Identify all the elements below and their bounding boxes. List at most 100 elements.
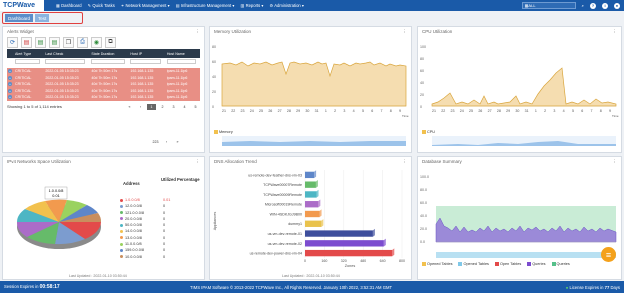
export-pdf-button[interactable]: ▤ <box>21 37 32 48</box>
tooltip-value: 0.01 <box>52 194 59 198</box>
search-icon[interactable]: ⌕ <box>582 3 584 8</box>
nav-administration[interactable]: ⚙ Administration ▾ <box>270 3 305 8</box>
x-tick: 160 <box>321 259 327 263</box>
export-excel-button[interactable]: ▤ <box>35 37 46 48</box>
x-tick: 5 <box>362 109 364 113</box>
help-icon[interactable]: ? <box>590 2 596 9</box>
col-last-check[interactable]: Last Check <box>44 49 91 58</box>
x-tick: 640 <box>380 259 386 263</box>
bar <box>305 220 322 227</box>
filter-alert-type[interactable] <box>15 59 41 64</box>
bar <box>305 240 384 247</box>
y-tick: 100 <box>420 45 426 49</box>
top-right-tools: ▦ ALL ⌕ ? i ● <box>521 0 620 11</box>
restore-button[interactable]: ⧉ <box>105 37 116 48</box>
tooltip-address: 1.0.0.0/8 <box>49 189 64 193</box>
page-last-number[interactable]: 223 <box>151 139 160 145</box>
app-logo[interactable]: TCPWave <box>0 0 44 11</box>
ipv4-address-list: 1.0.0.0/8 0.01 12.0.0.0/8 0 121.0.0.0/8 0 20.0… <box>120 197 170 260</box>
filter-host-name[interactable] <box>166 59 196 64</box>
db-legend[interactable]: Opened Tables Opened Tables Open Tables Que… <box>418 262 603 266</box>
x-axis-label: Zones <box>345 264 356 268</box>
filter-last-check[interactable] <box>45 59 85 64</box>
col-host-name[interactable]: Host Name <box>165 49 200 58</box>
last-page-button[interactable]: » <box>173 139 182 145</box>
page-3[interactable]: 3 <box>169 104 178 110</box>
widget-menu-icon[interactable]: ⋮ <box>613 29 618 34</box>
x-tick: 480 <box>360 259 366 263</box>
x-tick: 26 <box>268 109 272 113</box>
legend-item[interactable]: Open Tables <box>494 262 521 266</box>
view-columns-button[interactable]: ◉ <box>91 37 102 48</box>
legend-item[interactable]: Opened Tables <box>458 262 489 266</box>
x-tick: 21 <box>222 109 226 113</box>
widget-menu-icon[interactable]: ⋮ <box>196 29 201 34</box>
breadcrumb: Dashboard Test <box>2 12 83 24</box>
legend-item[interactable]: Opened Tables <box>422 262 452 266</box>
nav-quick-tasks[interactable]: ✎ Quick Tasks <box>88 3 115 8</box>
x-tick: 6 <box>371 109 373 113</box>
main-nav: ▦ Dashboard ✎ Quick Tasks ⚭ Network Mana… <box>56 3 304 8</box>
alerts-table: Alert Type Last Check State Duration Hos… <box>7 49 200 101</box>
user-avatar-icon[interactable]: ● <box>614 2 620 9</box>
y-tick: 0 <box>420 105 422 109</box>
x-tick: 320 <box>341 259 347 263</box>
memory-widget: Memory Utilization ⋮ 80 60 40 20 0 21 22 23… <box>209 26 412 153</box>
y-tick: 80.0 <box>420 188 427 192</box>
print-button[interactable]: ⎙ <box>77 37 88 48</box>
widget-menu-icon[interactable]: ⋮ <box>403 159 408 164</box>
nav-infrastructure-management[interactable]: ▤ Infrastructure Management ▾ <box>176 3 235 8</box>
filter-state-duration[interactable] <box>91 59 125 64</box>
memory-navigator[interactable] <box>210 134 411 148</box>
floating-menu-button[interactable]: ≡ <box>601 247 616 262</box>
widget-menu-icon[interactable]: ⋮ <box>403 29 408 34</box>
breadcrumb-dashboard[interactable]: Dashboard <box>5 14 34 22</box>
dns-title: DNS Allocation Trend <box>214 159 257 164</box>
memory-area <box>221 61 407 107</box>
export-csv-button[interactable]: ▤ <box>49 37 60 48</box>
refresh-button[interactable]: ⟳ <box>7 37 18 48</box>
category-label: WIN-4SDKJGJ9B00 <box>270 212 302 216</box>
widget-menu-icon[interactable]: ⋮ <box>613 159 618 164</box>
alerts-toolbar: ⟳ ▤ ▤ ▤ ❐ ⎙ ◉ ⧉ <box>3 36 204 49</box>
legend-dot <box>120 204 123 208</box>
col-host-ip[interactable]: Host IP <box>129 49 166 58</box>
col-address: Address <box>123 181 140 186</box>
category-label: us-remote-dev-feather-dns-vm-03 <box>248 173 302 177</box>
organization-select[interactable]: ▦ ALL <box>521 2 576 9</box>
page-5[interactable]: 5 <box>191 104 200 110</box>
nav-reports[interactable]: ▥ Reports ▾ <box>240 3 263 8</box>
info-icon[interactable]: i <box>602 2 608 9</box>
y-tick: 100.0 <box>420 175 429 179</box>
first-page-button[interactable]: « <box>125 104 134 110</box>
memory-x-axis: 21 22 23 24 25 26 27 28 29 30 31 1 2 3 4 5 6 7 8 9Time <box>222 109 409 118</box>
page-4[interactable]: 4 <box>180 104 189 110</box>
x-tick: 800 <box>399 259 405 263</box>
list-item[interactable]: 10.0.0.0/8 0 <box>120 254 170 260</box>
x-tick: 29 <box>296 109 300 113</box>
x-tick: 31 <box>315 109 319 113</box>
col-alert-type[interactable]: Alert Type <box>14 49 45 58</box>
db-title: Database Summary <box>422 159 462 164</box>
filter-host-ip[interactable] <box>130 59 162 64</box>
category-label: Microsoft00019Remote <box>265 203 302 207</box>
col-state-duration[interactable]: State Duration <box>90 49 130 58</box>
nav-dashboard[interactable]: ▦ Dashboard <box>56 3 82 8</box>
legend-item[interactable]: Queries <box>551 262 570 266</box>
next-page-button[interactable]: › <box>162 139 171 145</box>
cpu-navigator[interactable] <box>418 134 621 148</box>
dns-last-updated: Last Updated : 2022-01-10 03:50:44 <box>282 274 340 278</box>
nav-network-management[interactable]: ⚭ Network Management ▾ <box>121 3 170 8</box>
legend-item[interactable]: Queries <box>527 262 546 266</box>
db-navigator[interactable] <box>418 252 621 258</box>
widget-menu-icon[interactable]: ⋮ <box>196 159 201 164</box>
prev-page-button[interactable]: ‹ <box>136 104 145 110</box>
ipv4-utilization-widget: IPv4 Networks Space Utilization ⋮ 1.0.0.0… <box>2 156 205 280</box>
bar-side <box>383 238 386 247</box>
page-1[interactable]: 1 <box>147 103 156 110</box>
x-tick: 21 <box>432 109 436 113</box>
x-tick: 28 <box>287 109 291 113</box>
page-2[interactable]: 2 <box>158 104 167 110</box>
breadcrumb-test[interactable]: Test <box>35 14 50 22</box>
copy-button[interactable]: ❐ <box>63 37 74 48</box>
